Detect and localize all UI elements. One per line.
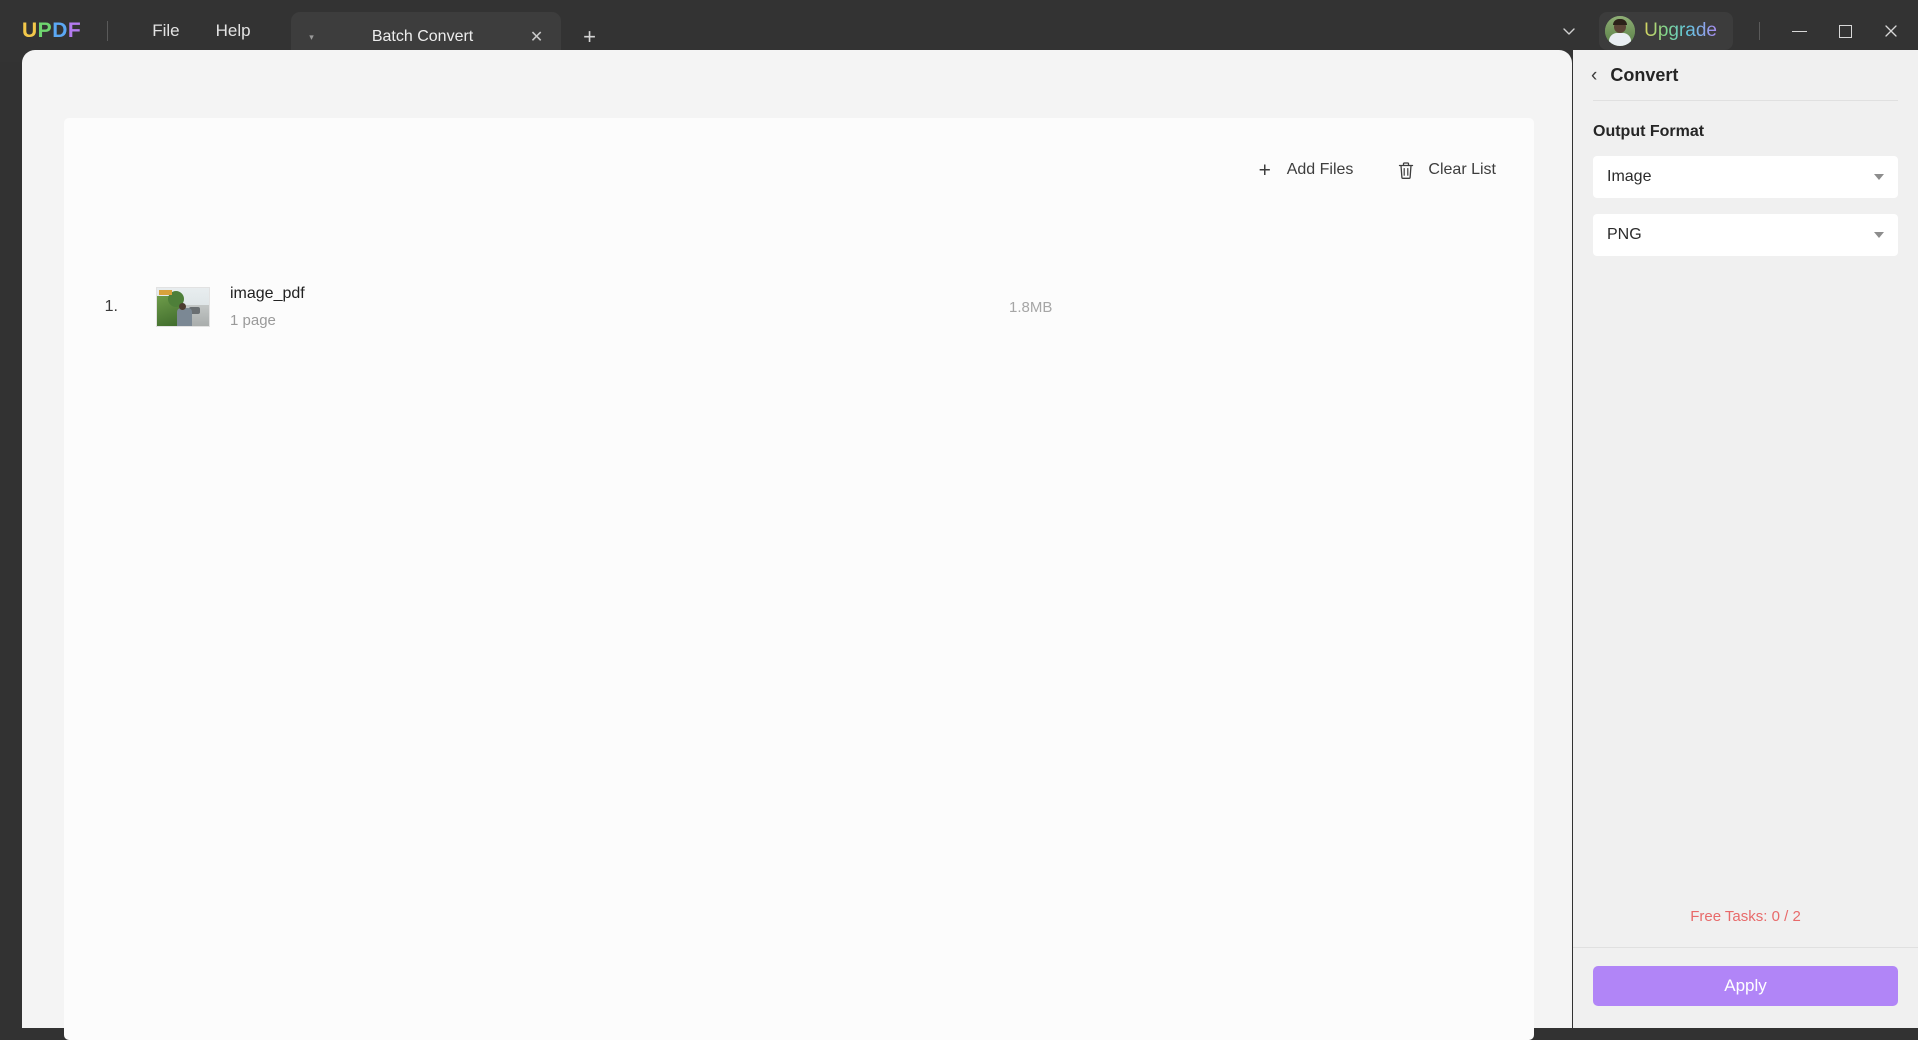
clear-list-label: Clear List xyxy=(1428,161,1496,178)
window-minimize-button[interactable] xyxy=(1776,11,1822,51)
free-tasks-status: Free Tasks: 0 / 2 xyxy=(1690,908,1801,925)
logo-letter-f: F xyxy=(67,19,82,42)
chevron-down-icon xyxy=(1874,174,1884,180)
output-format-label: Output Format xyxy=(1593,123,1705,140)
titlebar-divider xyxy=(1759,22,1760,40)
logo-letter-p: P xyxy=(37,19,53,42)
add-files-label: Add Files xyxy=(1286,161,1354,178)
add-files-button[interactable]: + Add Files xyxy=(1242,152,1366,188)
output-format-value: Image xyxy=(1607,168,1652,185)
tab-label: Batch Convert xyxy=(371,28,474,45)
page-title: Convert xyxy=(1610,64,1679,85)
avatar xyxy=(1605,16,1636,46)
chevron-down-icon[interactable] xyxy=(1549,11,1589,51)
logo-letter-u: U xyxy=(22,19,38,42)
trash-icon xyxy=(1395,159,1417,181)
upgrade-button[interactable]: Upgrade xyxy=(1599,12,1733,50)
app-logo: U P D F xyxy=(22,19,81,43)
row-index: 1. xyxy=(104,298,118,315)
workspace: + Add Files Clear List 1. image_pdf 1 pa… xyxy=(22,50,1572,1040)
close-icon xyxy=(1885,25,1897,37)
tab-dropdown-caret-icon[interactable]: ▾ xyxy=(303,28,321,46)
convert-panel: ‹ Convert Output Format Image PNG Free T… xyxy=(1573,50,1918,1028)
tab-close-icon[interactable]: ✕ xyxy=(525,25,549,49)
apply-button-container: Apply xyxy=(1573,948,1918,1028)
file-size: 1.8MB xyxy=(1009,298,1053,316)
chevron-left-icon[interactable]: ‹ xyxy=(1591,66,1597,85)
minimize-icon xyxy=(1791,30,1807,32)
file-name: image_pdf xyxy=(230,285,305,302)
file-meta: image_pdf 1 page xyxy=(230,285,305,329)
panel-header: ‹ Convert xyxy=(1573,50,1918,100)
file-page-count: 1 page xyxy=(230,312,276,329)
window-close-button[interactable] xyxy=(1868,11,1914,51)
file-list-toolbar: + Add Files Clear List xyxy=(1224,152,1508,188)
upgrade-label: Upgrade xyxy=(1644,20,1717,41)
table-row[interactable]: 1. image_pdf 1 page 1.8MB xyxy=(64,270,1534,344)
logo-separator xyxy=(107,21,109,41)
image-subformat-select[interactable]: PNG xyxy=(1593,214,1898,256)
menu-help[interactable]: Help xyxy=(198,15,269,47)
panel-body: Output Format Image PNG xyxy=(1573,101,1918,908)
menu-file[interactable]: File xyxy=(134,15,197,47)
image-subformat-value: PNG xyxy=(1607,226,1642,243)
file-list-card: + Add Files Clear List 1. image_pdf 1 pa… xyxy=(64,118,1534,1040)
window-maximize-button[interactable] xyxy=(1822,11,1868,51)
plus-icon: + xyxy=(1258,158,1271,182)
new-tab-button[interactable]: + xyxy=(573,20,607,54)
maximize-icon xyxy=(1838,24,1852,38)
output-format-select[interactable]: Image xyxy=(1593,156,1898,198)
apply-button[interactable]: Apply xyxy=(1593,966,1898,1006)
chevron-down-icon xyxy=(1874,232,1884,238)
file-thumbnail xyxy=(156,287,210,327)
logo-letter-d: D xyxy=(52,19,68,42)
clear-list-button[interactable]: Clear List xyxy=(1383,152,1508,188)
